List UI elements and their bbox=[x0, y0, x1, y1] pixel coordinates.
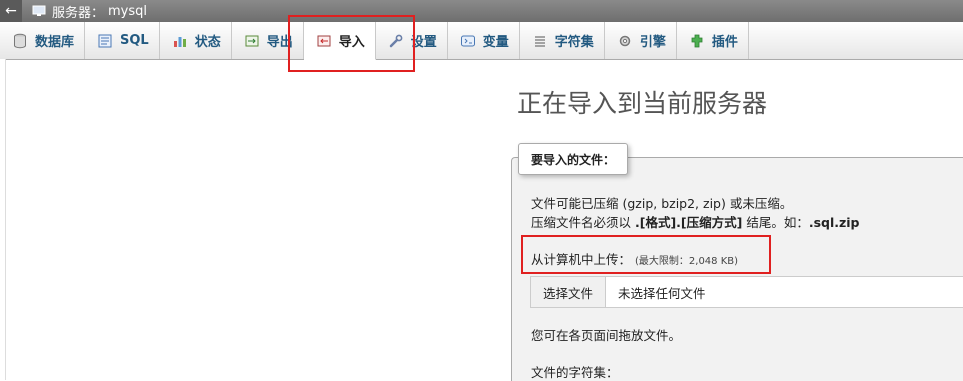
export-icon bbox=[245, 35, 259, 46]
title-bar: ← 服务器： mysql bbox=[0, 0, 963, 22]
file-charset-label: 文件的字符集： bbox=[531, 365, 619, 380]
tab-sql[interactable]: SQL bbox=[85, 22, 160, 59]
plugin-icon bbox=[691, 34, 703, 47]
server-icon bbox=[32, 5, 46, 16]
variables-icon bbox=[460, 35, 475, 46]
tab-import[interactable]: 导入 bbox=[303, 22, 376, 60]
navigation-pane-edge bbox=[0, 59, 6, 380]
engine-icon bbox=[619, 35, 631, 46]
upload-size-limit: (最大限制：2,048 KB) bbox=[635, 256, 739, 267]
tab-variables[interactable]: 变量 bbox=[448, 22, 520, 59]
back-arrow-icon[interactable]: ← bbox=[0, 0, 22, 22]
choose-file-button[interactable]: 选择文件 bbox=[531, 277, 607, 307]
no-file-selected-text: 未选择任何文件 bbox=[618, 285, 706, 301]
status-chart-icon bbox=[173, 36, 186, 47]
compression-note: 文件可能已压缩 (gzip, bzip2, zip) 或未压缩。 bbox=[531, 196, 793, 211]
sql-icon bbox=[98, 34, 112, 47]
wrench-icon bbox=[389, 34, 403, 47]
tab-databases[interactable]: 数据库 bbox=[0, 22, 86, 59]
tab-charset[interactable]: 字符集 bbox=[520, 22, 605, 59]
server-label: 服务器： bbox=[52, 5, 105, 21]
import-file-fieldset bbox=[511, 157, 963, 381]
tab-status[interactable]: 状态 bbox=[160, 22, 232, 59]
compression-format-note: 压缩文件名必须以 .[格式].[压缩方式] 结尾。如：.sql.zip bbox=[531, 215, 860, 230]
tab-engines[interactable]: 引擎 bbox=[605, 22, 677, 59]
tab-settings[interactable]: 设置 bbox=[376, 22, 448, 59]
import-icon bbox=[317, 35, 331, 46]
drag-drop-note: 您可在各页面间拖放文件。 bbox=[531, 328, 682, 343]
charset-icon bbox=[534, 36, 545, 46]
upload-label: 从计算机中上传： (最大限制：2,048 KB) bbox=[531, 252, 739, 267]
fieldset-legend: 要导入的文件： bbox=[518, 143, 629, 175]
tab-export[interactable]: 导出 bbox=[232, 22, 304, 59]
file-upload-input[interactable]: 选择文件 未选择任何文件 bbox=[530, 276, 963, 308]
server-name[interactable]: mysql bbox=[108, 4, 147, 19]
database-icon bbox=[14, 33, 26, 48]
top-menu-tabs: 数据库 SQL 状态 导出 导入 设置 变量 字符集 引擎 插件 bbox=[0, 22, 963, 60]
tab-plugins[interactable]: 插件 bbox=[677, 22, 749, 59]
page-title: 正在导入到当前服务器 bbox=[517, 89, 768, 118]
